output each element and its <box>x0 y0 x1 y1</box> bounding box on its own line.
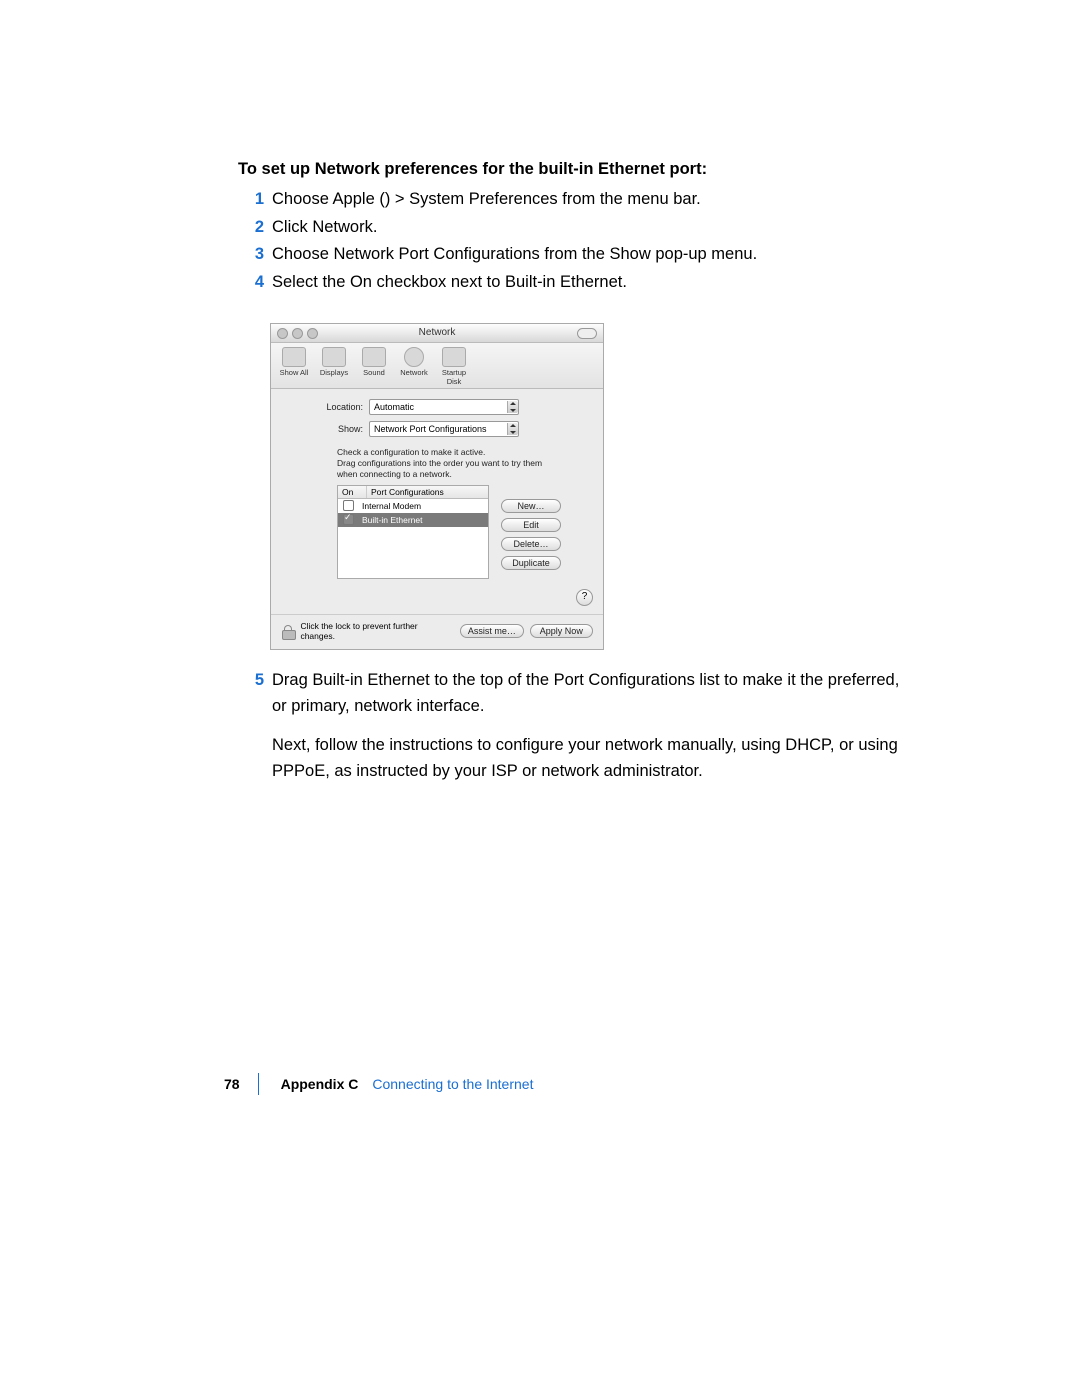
new-button[interactable]: New… <box>501 499 561 513</box>
page-footer: 78 Appendix C Connecting to the Internet <box>224 1073 533 1095</box>
step-text: Select the On checkbox next to Built-in … <box>272 270 918 296</box>
toolbar-label: Sound <box>357 368 391 377</box>
chevron-updown-icon <box>507 423 518 435</box>
side-buttons: New… Edit Delete… Duplicate <box>501 499 561 579</box>
instruction-text: Check a configuration to make it active.… <box>337 447 547 479</box>
show-dropdown[interactable]: Network Port Configurations <box>369 421 519 437</box>
chevron-updown-icon <box>507 401 518 413</box>
step-1: 1 Choose Apple () > System Preferences f… <box>238 187 918 213</box>
followup-paragraph: Next, follow the instructions to configu… <box>272 733 918 784</box>
apply-now-button[interactable]: Apply Now <box>530 624 593 638</box>
prefs-toolbar: Show All Displays Sound Network Startup … <box>271 343 603 389</box>
location-label: Location: <box>281 402 363 412</box>
section-heading: To set up Network preferences for the bu… <box>238 160 918 179</box>
port-config-area: On Port Configurations Internal Modem Bu… <box>337 485 593 579</box>
table-header: On Port Configurations <box>338 486 488 499</box>
row-name: Built-in Ethernet <box>358 515 488 525</box>
toolbar-label: Startup Disk <box>437 368 471 386</box>
startup-disk-icon <box>442 347 466 367</box>
column-on: On <box>338 486 367 498</box>
show-value: Network Port Configurations <box>374 424 487 434</box>
sound-icon <box>362 347 386 367</box>
location-row: Location: Automatic <box>281 399 593 415</box>
steps-list-continued: 5 Drag Built-in Ethernet to the top of t… <box>238 668 918 798</box>
toolbar-sound[interactable]: Sound <box>357 347 391 386</box>
lock-icon[interactable] <box>281 624 294 638</box>
network-window: Network Show All Displays Sound <box>270 323 604 650</box>
toolbar-label: Network <box>397 368 431 377</box>
edit-button[interactable]: Edit <box>501 518 561 532</box>
step-number: 2 <box>238 215 264 241</box>
toolbar-toggle-button[interactable] <box>577 328 597 339</box>
appendix-title: Connecting to the Internet <box>372 1076 533 1092</box>
row-name: Internal Modem <box>358 501 488 511</box>
location-dropdown[interactable]: Automatic <box>369 399 519 415</box>
step-text: Choose Apple () > System Preferences fro… <box>272 187 918 213</box>
network-prefs-screenshot: Network Show All Displays Sound <box>270 323 918 650</box>
step-text-post: ) > System Preferences from the menu bar… <box>385 190 701 208</box>
checkbox-icon[interactable] <box>343 500 354 511</box>
toolbar-label: Show All <box>277 368 311 377</box>
step-4: 4 Select the On checkbox next to Built-i… <box>238 270 918 296</box>
step-2: 2 Click Network. <box>238 215 918 241</box>
step-3: 3 Choose Network Port Configurations fro… <box>238 242 918 268</box>
step-5: 5 Drag Built-in Ethernet to the top of t… <box>238 668 918 798</box>
step-text: Drag Built-in Ethernet to the top of the… <box>272 668 918 798</box>
appendix-label: Appendix C <box>281 1076 359 1092</box>
step-number: 3 <box>238 242 264 268</box>
displays-icon <box>322 347 346 367</box>
help-button[interactable]: ? <box>576 589 593 606</box>
port-config-table[interactable]: On Port Configurations Internal Modem Bu… <box>337 485 489 579</box>
traffic-lights[interactable] <box>277 328 318 339</box>
toolbar-label: Displays <box>317 368 351 377</box>
network-icon <box>404 347 424 367</box>
checkbox-cell[interactable] <box>338 500 358 513</box>
window-body: Location: Automatic Show: Network Port C… <box>271 389 603 614</box>
window-title: Network <box>419 327 456 338</box>
duplicate-button[interactable]: Duplicate <box>501 556 561 570</box>
close-icon[interactable] <box>277 328 288 339</box>
toolbar-show-all[interactable]: Show All <box>277 347 311 386</box>
minimize-icon[interactable] <box>292 328 303 339</box>
assist-me-button[interactable]: Assist me… <box>460 624 523 638</box>
toolbar-displays[interactable]: Displays <box>317 347 351 386</box>
show-label: Show: <box>281 424 363 434</box>
step-text: Click Network. <box>272 215 918 241</box>
toolbar-network[interactable]: Network <box>397 347 431 386</box>
window-footer: Click the lock to prevent further change… <box>271 614 603 649</box>
steps-list: 1 Choose Apple () > System Preferences f… <box>238 187 918 295</box>
table-row[interactable]: Built-in Ethernet <box>338 513 488 527</box>
step-text: Choose Network Port Configurations from … <box>272 242 918 268</box>
show-row: Show: Network Port Configurations <box>281 421 593 437</box>
step-number: 1 <box>238 187 264 213</box>
show-all-icon <box>282 347 306 367</box>
step-text-pre: Choose Apple ( <box>272 190 385 208</box>
checkbox-cell[interactable] <box>338 514 358 527</box>
lock-text: Click the lock to prevent further change… <box>300 621 448 641</box>
column-port-configurations: Port Configurations <box>367 486 448 498</box>
table-row[interactable]: Internal Modem <box>338 499 488 513</box>
zoom-icon[interactable] <box>307 328 318 339</box>
toolbar-startup-disk[interactable]: Startup Disk <box>437 347 471 386</box>
window-titlebar: Network <box>271 324 603 343</box>
checkbox-checked-icon[interactable] <box>343 514 354 525</box>
step-number: 4 <box>238 270 264 296</box>
page-number: 78 <box>224 1076 240 1092</box>
footer-divider <box>258 1073 259 1095</box>
step5-text: Drag Built-in Ethernet to the top of the… <box>272 668 918 719</box>
delete-button[interactable]: Delete… <box>501 537 561 551</box>
step-number: 5 <box>238 668 264 798</box>
location-value: Automatic <box>374 402 414 412</box>
